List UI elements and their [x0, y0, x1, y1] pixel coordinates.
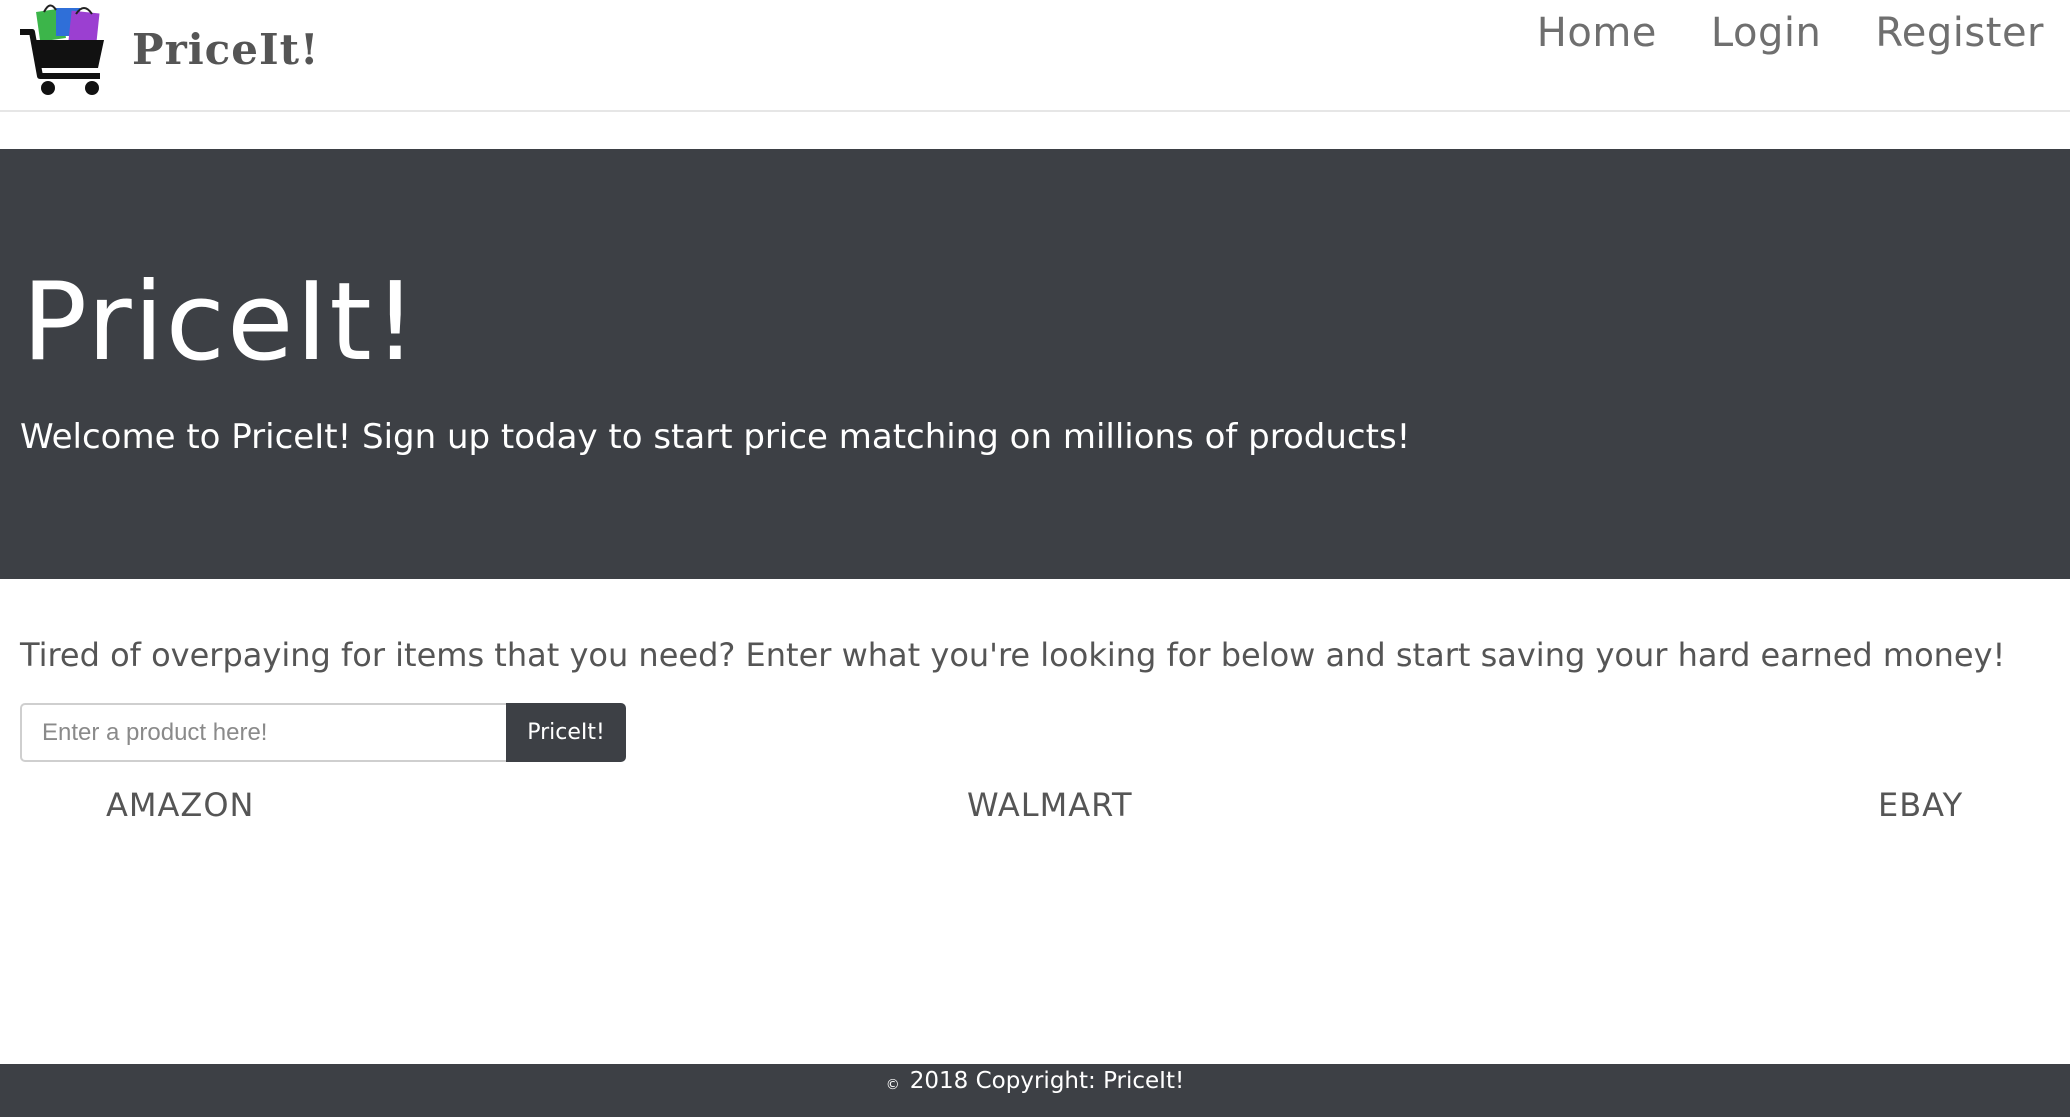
- brand-link[interactable]: PriceIt!: [18, 0, 319, 100]
- brand-text: PriceIt!: [132, 24, 320, 74]
- footer-copyright-text: 2018 Copyright: PriceIt!: [909, 1068, 1185, 1094]
- hero-lead: Welcome to PriceIt! Sign up today to sta…: [20, 417, 1411, 457]
- nav-register-link[interactable]: Register: [1875, 10, 2044, 56]
- store-heading-walmart: WALMART: [967, 786, 1133, 824]
- footer: © 2018 Copyright: PriceIt!: [0, 1064, 2070, 1117]
- nav-links: Home Login Register: [1483, 0, 2044, 66]
- search-form: PriceIt!: [20, 703, 626, 762]
- hero-title: PriceIt!: [22, 260, 419, 385]
- hero-jumbotron: PriceIt! Welcome to PriceIt! Sign up tod…: [0, 149, 2070, 579]
- navbar: PriceIt! Home Login Register: [0, 0, 2070, 112]
- store-heading-amazon: AMAZON: [106, 786, 255, 824]
- priceit-search-button[interactable]: PriceIt!: [506, 703, 626, 762]
- store-heading-ebay: EBAY: [1878, 786, 1964, 824]
- nav-login-link[interactable]: Login: [1711, 10, 1821, 56]
- copyright-icon: ©: [885, 1077, 900, 1093]
- shopping-cart-with-bags-icon: [20, 4, 104, 95]
- intro-text: Tired of overpaying for items that you n…: [20, 636, 2006, 674]
- product-search-input[interactable]: [20, 703, 506, 762]
- nav-home-link[interactable]: Home: [1537, 10, 1657, 56]
